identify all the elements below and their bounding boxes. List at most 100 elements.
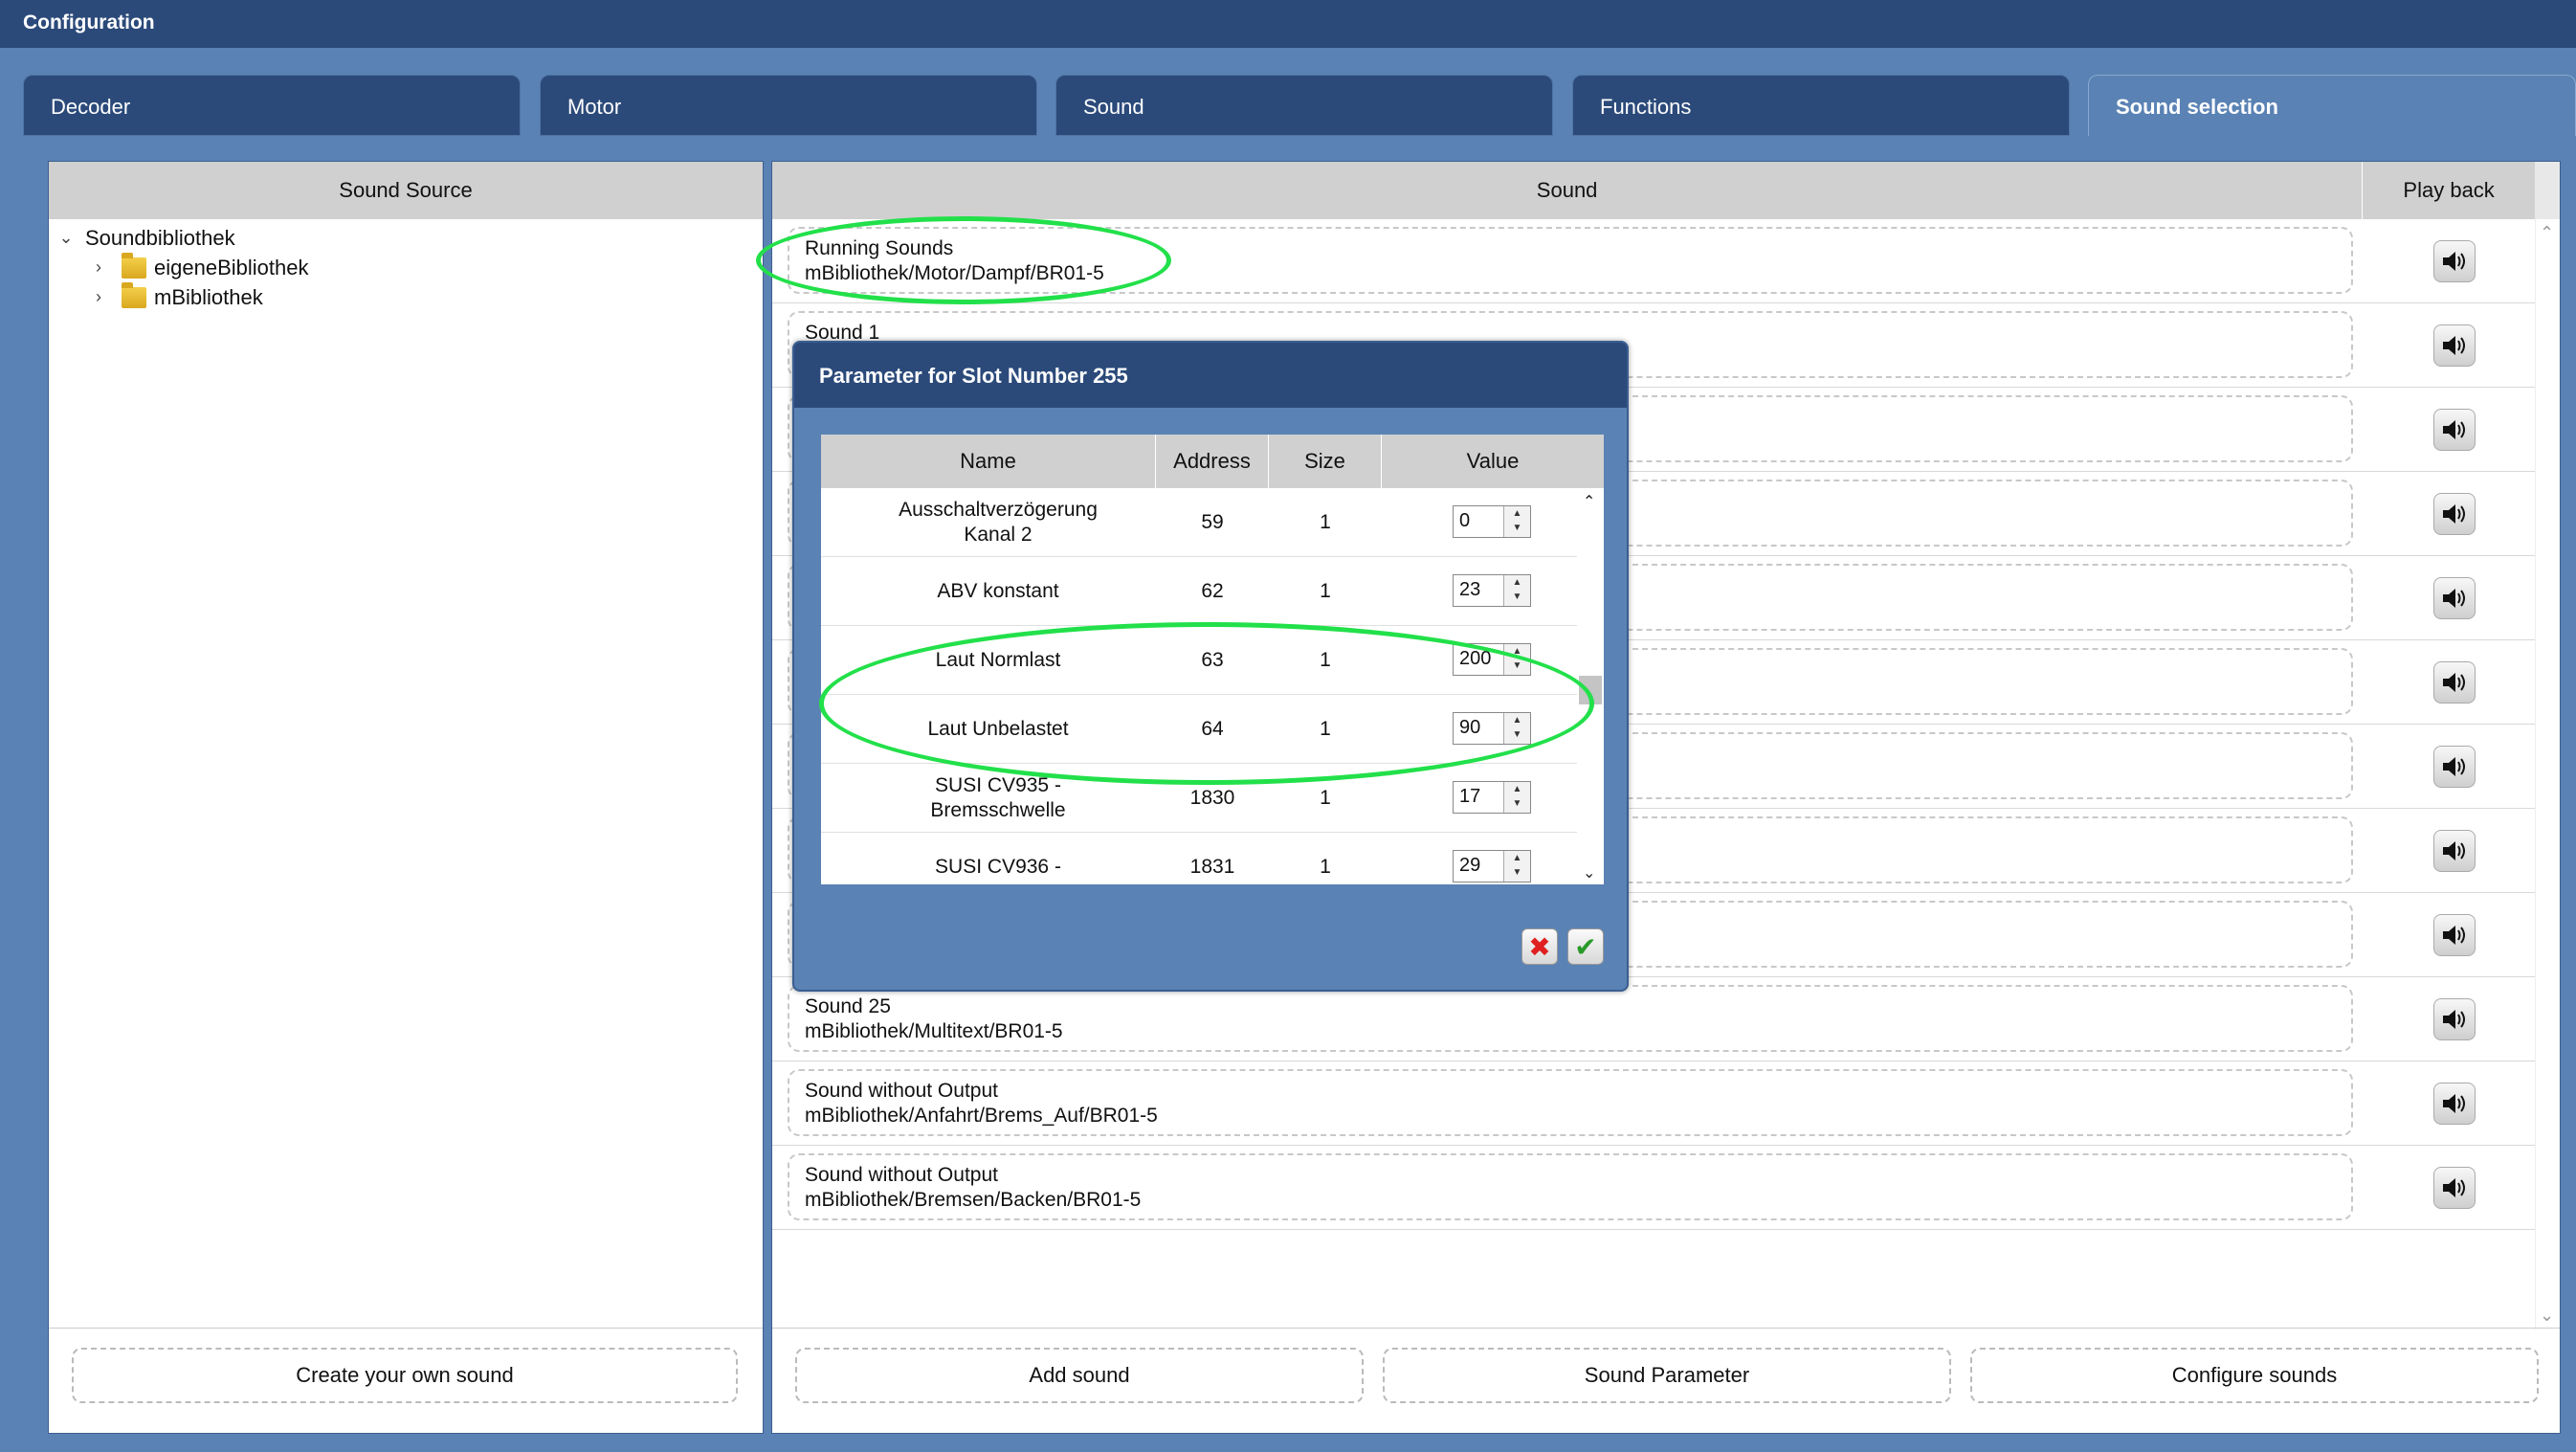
chevron-right-icon[interactable]: ›: [87, 287, 110, 307]
parameter-row[interactable]: ABV konstant 62 1 23 ▲ ▼: [821, 557, 1577, 626]
parameter-name-line: Bremsschwelle: [930, 799, 1066, 821]
sound-row[interactable]: Sound without Output mBibliothek/Bremsen/…: [772, 1146, 2537, 1230]
folder-icon: [122, 281, 146, 308]
value-stepper[interactable]: 23 ▲ ▼: [1453, 574, 1531, 607]
parameter-table: Name Address Size Value Ausschaltverzöge…: [821, 435, 1604, 884]
scroll-thumb[interactable]: [1579, 676, 1602, 704]
sound-slot-path: mBibliothek/Motor/Dampf/BR01-5: [805, 262, 1104, 284]
parameter-size: 1: [1320, 856, 1331, 878]
value-input[interactable]: 90: [1459, 717, 1480, 738]
stepper-arrows-icon[interactable]: ▲ ▼: [1503, 782, 1530, 813]
tree-item-root[interactable]: ⌄ Soundbibliothek: [49, 223, 763, 253]
parameter-address: 1830: [1189, 787, 1235, 809]
sound-list-scrollbar[interactable]: ⌃ ⌄: [2535, 219, 2560, 1329]
parameter-scrollbar[interactable]: ⌃ ⌄: [1577, 488, 1604, 884]
dialog-title: Parameter for Slot Number 255: [794, 343, 1627, 408]
playback-column-header: Play back: [2363, 162, 2536, 219]
sound-row[interactable]: Running Sounds mBibliothek/Motor/Dampf/BR…: [772, 219, 2537, 303]
stepper-arrows-icon[interactable]: ▲ ▼: [1503, 575, 1530, 606]
sound-parameter-button[interactable]: Sound Parameter: [1383, 1348, 1951, 1403]
parameter-name-line: SUSI CV935 -: [935, 774, 1061, 796]
speaker-icon[interactable]: [2433, 409, 2476, 451]
column-name: Name: [821, 435, 1156, 488]
column-size: Size: [1269, 435, 1382, 488]
sound-slot[interactable]: Running Sounds mBibliothek/Motor/Dampf/BR…: [788, 227, 2353, 294]
tab-sound-selection[interactable]: Sound selection: [2088, 75, 2576, 136]
sound-row[interactable]: Sound without Output mBibliothek/Anfahrt/…: [772, 1061, 2537, 1146]
value-stepper[interactable]: 17 ▲ ▼: [1453, 781, 1531, 814]
tab-functions[interactable]: Functions: [1572, 75, 2070, 136]
speaker-icon[interactable]: [2433, 998, 2476, 1040]
speaker-icon[interactable]: [2433, 1167, 2476, 1209]
sound-slot-path: mBibliothek/Anfahrt/Brems_Auf/BR01-5: [805, 1105, 1158, 1127]
configure-sounds-button[interactable]: Configure sounds: [1970, 1348, 2539, 1403]
value-input[interactable]: 200: [1459, 648, 1491, 669]
scroll-up-icon[interactable]: ⌃: [1583, 492, 1595, 511]
value-stepper[interactable]: 29 ▲ ▼: [1453, 850, 1531, 882]
header-spacer: [2535, 162, 2560, 219]
value-input[interactable]: 17: [1459, 786, 1480, 807]
parameter-name: SUSI CV935 - Bremsschwelle: [859, 773, 1137, 823]
parameter-name-line: Ausschaltverzögerung: [899, 499, 1098, 521]
sound-slot[interactable]: Sound without Output mBibliothek/Anfahrt/…: [788, 1069, 2353, 1136]
speaker-icon[interactable]: [2433, 914, 2476, 956]
value-stepper[interactable]: 0 ▲ ▼: [1453, 505, 1531, 538]
value-input[interactable]: 23: [1459, 579, 1480, 600]
stepper-arrows-icon[interactable]: ▲ ▼: [1503, 644, 1530, 675]
speaker-icon[interactable]: [2433, 1083, 2476, 1125]
parameter-row[interactable]: SUSI CV936 - 1831 1 29 ▲ ▼: [821, 833, 1577, 884]
scroll-up-icon[interactable]: ⌃: [2540, 223, 2554, 243]
value-stepper[interactable]: 200 ▲ ▼: [1453, 643, 1531, 676]
tree-item-eigene[interactable]: › eigeneBibliothek: [49, 252, 763, 282]
parameter-name: ABV konstant: [859, 579, 1137, 604]
create-sound-button[interactable]: Create your own sound: [72, 1348, 738, 1403]
stepper-arrows-icon[interactable]: ▲ ▼: [1503, 713, 1530, 744]
sound-source-panel: Sound Source ⌄ Soundbibliothek › eigeneB…: [48, 161, 764, 1434]
sound-table-header: Sound Play back: [772, 162, 2560, 219]
parameter-address: 64: [1201, 718, 1224, 740]
confirm-button[interactable]: ✔: [1567, 928, 1604, 965]
tree-item-mbibliothek[interactable]: › mBibliothek: [49, 281, 763, 312]
stepper-arrows-icon[interactable]: ▲ ▼: [1503, 506, 1530, 537]
parameter-table-header: Name Address Size Value: [821, 435, 1604, 488]
tree-item-label: mBibliothek: [154, 284, 263, 309]
add-sound-button[interactable]: Add sound: [795, 1348, 1364, 1403]
stepper-arrows-icon[interactable]: ▲ ▼: [1503, 851, 1530, 882]
column-address: Address: [1156, 435, 1269, 488]
parameter-name-line: SUSI CV936 -: [935, 856, 1061, 878]
parameter-rows: Ausschaltverzögerung Kanal 2 59 1 0 ▲ ▼ ABV kon…: [821, 488, 1577, 884]
value-stepper[interactable]: 90 ▲ ▼: [1453, 712, 1531, 745]
parameter-name: Ausschaltverzögerung Kanal 2: [859, 498, 1137, 547]
parameter-dialog: Parameter for Slot Number 255 Name Addre…: [792, 341, 1629, 992]
tab-motor[interactable]: Motor: [540, 75, 1037, 136]
parameter-row[interactable]: Ausschaltverzögerung Kanal 2 59 1 0 ▲ ▼: [821, 488, 1577, 557]
speaker-icon[interactable]: [2433, 240, 2476, 282]
scroll-down-icon[interactable]: ⌄: [1583, 863, 1595, 882]
parameter-row[interactable]: Laut Unbelastet 64 1 90 ▲ ▼: [821, 695, 1577, 764]
parameter-row[interactable]: Laut Normlast 63 1 200 ▲ ▼: [821, 626, 1577, 695]
tab-decoder[interactable]: Decoder: [23, 75, 521, 136]
column-value: Value: [1466, 449, 1520, 473]
value-input[interactable]: 29: [1459, 855, 1480, 876]
cancel-button[interactable]: ✖: [1521, 928, 1558, 965]
value-input[interactable]: 0: [1459, 510, 1470, 531]
speaker-icon[interactable]: [2433, 661, 2476, 704]
scroll-down-icon[interactable]: ⌄: [2540, 1306, 2554, 1326]
sound-slot[interactable]: Sound 25 mBibliothek/Multitext/BR01-5: [788, 985, 2353, 1052]
speaker-icon[interactable]: [2433, 493, 2476, 535]
chevron-down-icon[interactable]: ⌄: [55, 228, 78, 248]
tab-sound[interactable]: Sound: [1055, 75, 1553, 136]
parameter-size: 1: [1320, 511, 1331, 533]
parameter-name-line: ABV konstant: [937, 580, 1059, 602]
speaker-icon[interactable]: [2433, 324, 2476, 367]
parameter-address: 62: [1201, 580, 1224, 602]
speaker-icon[interactable]: [2433, 746, 2476, 788]
speaker-icon[interactable]: [2433, 577, 2476, 619]
parameter-row[interactable]: SUSI CV935 - Bremsschwelle 1830 1 17 ▲ ▼: [821, 764, 1577, 833]
tab-bar: Decoder Motor Sound Functions Sound sele…: [23, 75, 2576, 136]
close-icon: ✖: [1528, 931, 1551, 962]
sound-slot[interactable]: Sound without Output mBibliothek/Bremsen/…: [788, 1153, 2353, 1220]
chevron-right-icon[interactable]: ›: [87, 257, 110, 278]
speaker-icon[interactable]: [2433, 830, 2476, 872]
folder-icon: [122, 252, 146, 279]
